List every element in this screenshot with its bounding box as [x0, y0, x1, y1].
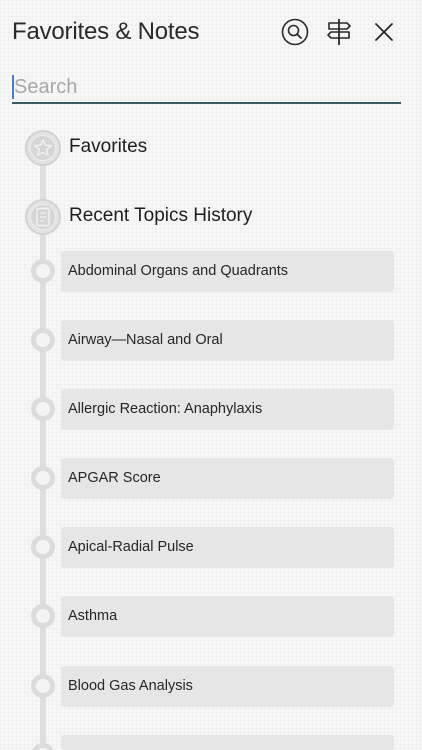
recent-history-label: Recent Topics History: [69, 205, 253, 226]
search-button[interactable]: [279, 16, 311, 48]
history-item[interactable]: Airway—Nasal and Oral: [61, 320, 394, 361]
favorites-badge: [25, 130, 61, 166]
history-item[interactable]: Allergic Reaction: Anaphylaxis: [61, 389, 394, 430]
text-caret: [12, 75, 14, 99]
history-item-label: Blood Gas Analysis: [68, 678, 193, 694]
history-item-label: Airway—Nasal and Oral: [68, 332, 223, 348]
timeline-dot: [31, 397, 55, 421]
history-item-label: Allergic Reaction: Anaphylaxis: [68, 401, 263, 417]
signpost-icon: [327, 19, 351, 45]
document-icon: [36, 207, 50, 227]
history-item[interactable]: Abdominal Organs and Quadrants: [61, 251, 394, 292]
signpost-button[interactable]: [323, 16, 355, 48]
history-item-label: APGAR Score: [68, 470, 161, 486]
close-button[interactable]: [368, 16, 400, 48]
timeline-dot: [31, 466, 55, 490]
history-item[interactable]: Asthma: [61, 596, 394, 637]
timeline-dot: [31, 604, 55, 628]
favorites-section[interactable]: Favorites: [0, 130, 422, 174]
history-item-label: Abdominal Organs and Quadrants: [68, 263, 289, 279]
star-icon: [34, 139, 52, 156]
history-item-label: Asthma: [68, 608, 118, 624]
history-badge: [25, 199, 61, 235]
history-item[interactable]: Apical-Radial Pulse: [61, 527, 394, 568]
timeline-dot: [31, 259, 55, 283]
timeline-dot: [31, 674, 55, 698]
history-item[interactable]: Blood Gas Analysis: [61, 666, 394, 707]
history-item-label: Apical-Radial Pulse: [68, 539, 194, 555]
page-title: Favorites & Notes: [12, 18, 200, 45]
recent-history-section[interactable]: Recent Topics History: [0, 199, 422, 243]
search-bar: [12, 72, 401, 104]
timeline-dot: [31, 328, 55, 352]
close-icon: [375, 23, 393, 41]
search-circle-icon: [281, 18, 309, 46]
favorites-label: Favorites: [69, 136, 148, 157]
search-input[interactable]: [12, 72, 401, 102]
history-item[interactable]: APGAR Score: [61, 458, 394, 499]
header: Favorites & Notes: [0, 0, 422, 68]
timeline-dot: [31, 743, 55, 750]
timeline-dot: [31, 535, 55, 559]
history-item[interactable]: [61, 735, 394, 750]
